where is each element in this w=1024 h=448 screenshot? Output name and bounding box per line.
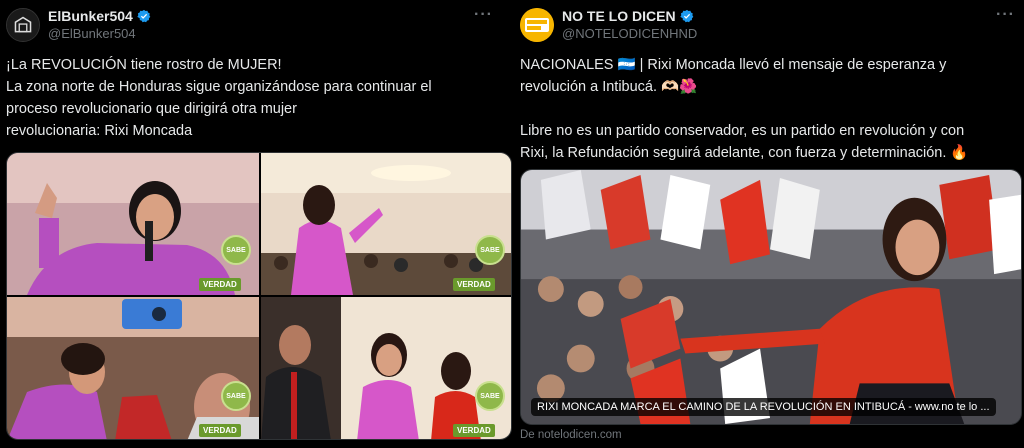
- text-line: revolucionaria: Rixi Moncada: [6, 123, 193, 139]
- display-name[interactable]: ElBunker504: [48, 8, 133, 24]
- link-source[interactable]: De notelodicen.com: [520, 429, 622, 441]
- link-card-title: RIXI MONCADA MARCA EL CAMINO DE LA REVOL…: [531, 398, 996, 416]
- watermark-badge: SABE: [221, 235, 251, 265]
- text-line: ¡La REVOLUCIÓN tiene rostro de MUJER!: [6, 57, 282, 73]
- photo-3[interactable]: SABE VERDAD: [7, 297, 259, 439]
- watermark-badge: SABE: [475, 381, 505, 411]
- more-options-icon[interactable]: ···: [474, 6, 493, 24]
- avatar-notelodicen[interactable]: [520, 8, 554, 42]
- left-post: ElBunker504 @ElBunker504 ··· ¡La REVOLUC…: [0, 0, 512, 448]
- verified-badge-icon: [137, 9, 151, 23]
- verified-badge-icon: [679, 9, 693, 23]
- watermark-label: VERDAD: [199, 278, 241, 291]
- text-line: Libre no es un partido conservador, es u…: [520, 123, 965, 139]
- text-line: NACIONALES 🇭🇳 | Rixi Moncada llevó el me…: [520, 57, 947, 73]
- link-card-image: [521, 170, 1021, 424]
- watermark-label: VERDAD: [453, 278, 495, 291]
- post-text: ¡La REVOLUCIÓN tiene rostro de MUJER! La…: [6, 54, 432, 142]
- link-card[interactable]: RIXI MONCADA MARCA EL CAMINO DE LA REVOL…: [520, 169, 1022, 425]
- text-line: La zona norte de Honduras sigue organizá…: [6, 79, 432, 95]
- notelodicen-logo-icon: [520, 8, 554, 42]
- photo-2[interactable]: SABE VERDAD: [261, 153, 511, 295]
- handle[interactable]: @NOTELODICENHND: [562, 26, 697, 41]
- text-line: revolución a Intibucá. 🫶🏻🌺: [520, 79, 698, 95]
- text-line: proceso revolucionario que dirigirá otra…: [6, 101, 297, 117]
- paragraph: Libre no es un partido conservador, es u…: [520, 120, 968, 164]
- watermark-label: VERDAD: [453, 424, 495, 437]
- handle[interactable]: @ElBunker504: [48, 26, 136, 41]
- photo-1[interactable]: SABE VERDAD: [7, 153, 259, 295]
- paragraph: NACIONALES 🇭🇳 | Rixi Moncada llevó el me…: [520, 54, 968, 98]
- right-post: NO TE LO DICEN @NOTELODICENHND ··· NACIO…: [512, 0, 1024, 448]
- text-line: Rixi, la Refundación seguirá adelante, c…: [520, 145, 969, 161]
- watermark-badge: SABE: [475, 235, 505, 265]
- post-text: NACIONALES 🇭🇳 | Rixi Moncada llevó el me…: [520, 54, 968, 164]
- watermark-label: VERDAD: [199, 424, 241, 437]
- bunker-logo-icon: [7, 9, 39, 41]
- photo-grid[interactable]: SABE VERDAD SABE VERDAD SABE VERDAD SABE…: [6, 152, 512, 440]
- display-name[interactable]: NO TE LO DICEN: [562, 8, 676, 24]
- avatar-elbunker[interactable]: [6, 8, 40, 42]
- photo-4[interactable]: SABE VERDAD: [261, 297, 511, 439]
- more-options-icon[interactable]: ···: [996, 6, 1015, 24]
- watermark-badge: SABE: [221, 381, 251, 411]
